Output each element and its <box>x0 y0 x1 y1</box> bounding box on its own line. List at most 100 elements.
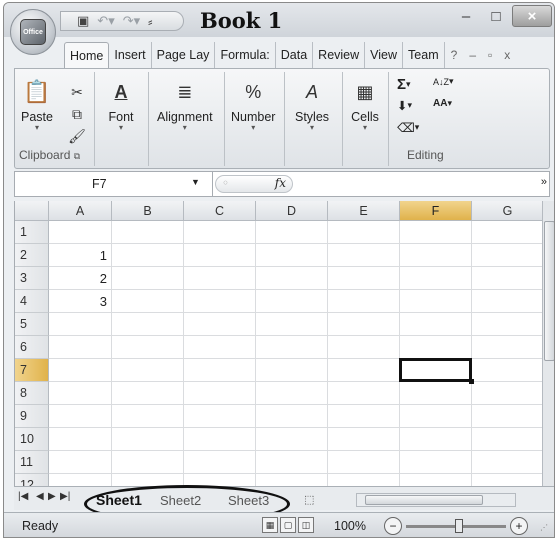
cell-e4[interactable] <box>328 290 400 313</box>
cell-b9[interactable] <box>112 405 184 428</box>
cell-f10[interactable] <box>400 428 472 451</box>
cell-b2[interactable] <box>112 244 184 267</box>
cell-a9[interactable] <box>49 405 112 428</box>
find-select-button[interactable]: AA ▾ <box>433 98 452 109</box>
cell-d2[interactable] <box>256 244 328 267</box>
tab-data[interactable]: Data <box>276 42 314 68</box>
row-header-2[interactable]: 2 <box>15 244 49 267</box>
save-icon[interactable]: ▣ <box>77 13 89 29</box>
sheet-tab-sheet1[interactable]: Sheet1 <box>96 491 142 510</box>
insert-sheet-icon[interactable]: ⬚ <box>304 491 314 510</box>
cell-g5[interactable] <box>472 313 542 336</box>
insert-function-button[interactable]: ◦ fx <box>215 175 293 193</box>
cell-c12[interactable] <box>184 474 256 486</box>
cell-e8[interactable] <box>328 382 400 405</box>
cell-d1[interactable] <box>256 221 328 244</box>
cell-e9[interactable] <box>328 405 400 428</box>
cell-g12[interactable] <box>472 474 542 486</box>
cell-c6[interactable] <box>184 336 256 359</box>
cell-e2[interactable] <box>328 244 400 267</box>
cell-f5[interactable] <box>400 313 472 336</box>
row-header-12[interactable]: 12 <box>15 474 49 486</box>
column-header-d[interactable]: D <box>256 201 328 221</box>
fill-handle[interactable] <box>469 379 474 384</box>
cell-b3[interactable] <box>112 267 184 290</box>
cell-b1[interactable] <box>112 221 184 244</box>
redo-icon[interactable]: ↷▾ <box>123 13 140 29</box>
cell-a1[interactable] <box>49 221 112 244</box>
row-header-4[interactable]: 4 <box>15 290 49 313</box>
autosum-button[interactable]: Σ ▾ <box>397 76 411 93</box>
first-sheet-icon[interactable]: |◀ <box>18 491 28 502</box>
column-header-b[interactable]: B <box>112 201 184 221</box>
alignment-button[interactable]: ≣ Alignment ▾ <box>157 78 213 132</box>
ribbon-minimize-icon[interactable]: – <box>463 42 482 68</box>
row-header-11[interactable]: 11 <box>15 451 49 474</box>
cell-e3[interactable] <box>328 267 400 290</box>
cell-d3[interactable] <box>256 267 328 290</box>
cell-e6[interactable] <box>328 336 400 359</box>
cell-f8[interactable] <box>400 382 472 405</box>
cell-f4[interactable] <box>400 290 472 313</box>
cell-e12[interactable] <box>328 474 400 486</box>
cell-a3[interactable]: 2 <box>49 267 112 290</box>
cell-a5[interactable] <box>49 313 112 336</box>
cell-e1[interactable] <box>328 221 400 244</box>
cell-f12[interactable] <box>400 474 472 486</box>
page-break-view-icon[interactable]: ◫ <box>298 517 314 533</box>
cell-g11[interactable] <box>472 451 542 474</box>
zoom-level[interactable]: 100% <box>334 519 366 533</box>
next-sheet-icon[interactable]: ▶ <box>48 491 56 502</box>
cell-b5[interactable] <box>112 313 184 336</box>
tab-review[interactable]: Review <box>313 42 366 68</box>
zoom-slider-thumb[interactable] <box>455 519 463 533</box>
cell-c9[interactable] <box>184 405 256 428</box>
row-header-9[interactable]: 9 <box>15 405 49 428</box>
cell-c1[interactable] <box>184 221 256 244</box>
column-header-c[interactable]: C <box>184 201 256 221</box>
cell-a12[interactable] <box>49 474 112 486</box>
column-header-e[interactable]: E <box>328 201 400 221</box>
cell-e7[interactable] <box>328 359 400 382</box>
cell-f2[interactable] <box>400 244 472 267</box>
cell-e10[interactable] <box>328 428 400 451</box>
worksheet-grid[interactable]: A B C D E F G 1 2 1 3 2 4 3 5 6 7 8 9 10 11 12 <box>14 201 542 486</box>
sort-filter-button[interactable]: A↓Z ▾ <box>433 76 454 87</box>
cell-d4[interactable] <box>256 290 328 313</box>
font-button[interactable]: A Font ▾ <box>107 78 135 132</box>
cell-c4[interactable] <box>184 290 256 313</box>
tab-insert[interactable]: Insert <box>109 42 152 68</box>
help-icon[interactable]: ? <box>445 42 464 68</box>
row-header-7[interactable]: 7 <box>15 359 49 382</box>
cell-a4[interactable]: 3 <box>49 290 112 313</box>
number-button[interactable]: % Number ▾ <box>231 78 275 132</box>
cell-c8[interactable] <box>184 382 256 405</box>
cell-f11[interactable] <box>400 451 472 474</box>
cell-c2[interactable] <box>184 244 256 267</box>
sheet-tab-sheet2[interactable]: Sheet2 <box>160 491 201 510</box>
horizontal-scroll-thumb[interactable] <box>365 495 483 505</box>
ribbon-restore-icon[interactable]: ▫ <box>482 42 498 68</box>
row-header-5[interactable]: 5 <box>15 313 49 336</box>
clear-button[interactable]: ⌫ ▾ <box>397 120 419 135</box>
sheet-tab-sheet3[interactable]: Sheet3 <box>228 491 269 510</box>
zoom-in-button[interactable]: + <box>510 517 528 535</box>
cell-g9[interactable] <box>472 405 542 428</box>
column-header-f[interactable]: F <box>400 201 472 221</box>
styles-button[interactable]: A Styles ▾ <box>295 78 329 132</box>
cell-b4[interactable] <box>112 290 184 313</box>
cell-g3[interactable] <box>472 267 542 290</box>
cell-c7[interactable] <box>184 359 256 382</box>
vertical-scrollbar[interactable] <box>542 201 554 486</box>
cell-a11[interactable] <box>49 451 112 474</box>
cell-f3[interactable] <box>400 267 472 290</box>
select-all-button[interactable] <box>15 201 49 221</box>
cell-d7[interactable] <box>256 359 328 382</box>
tab-formulas[interactable]: Formula: <box>215 42 276 68</box>
resize-grip-icon[interactable]: ⋰ <box>540 523 548 532</box>
horizontal-scrollbar[interactable] <box>356 493 516 507</box>
cell-d11[interactable] <box>256 451 328 474</box>
cell-f9[interactable] <box>400 405 472 428</box>
cell-f6[interactable] <box>400 336 472 359</box>
cell-b10[interactable] <box>112 428 184 451</box>
